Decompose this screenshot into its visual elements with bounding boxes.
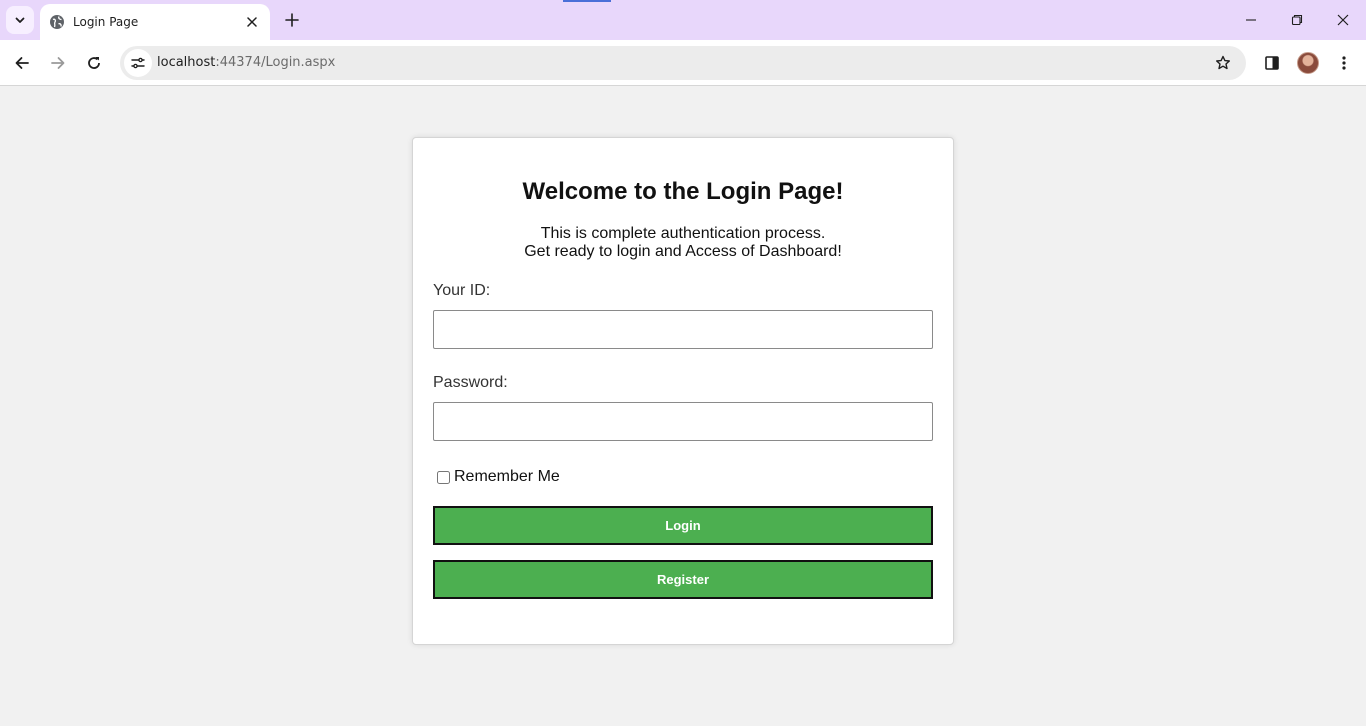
page-description: This is complete authentication process.… bbox=[413, 225, 953, 261]
profile-avatar[interactable] bbox=[1297, 52, 1319, 74]
chevron-down-icon bbox=[15, 17, 25, 23]
back-arrow-icon bbox=[15, 57, 29, 69]
globe-icon bbox=[49, 14, 65, 30]
login-button[interactable]: Login bbox=[433, 506, 933, 545]
id-label: Your ID: bbox=[433, 282, 491, 299]
star-icon bbox=[1216, 55, 1230, 70]
login-card: Welcome to the Login Page! This is compl… bbox=[412, 137, 954, 645]
description-line-1: This is complete authentication process. bbox=[540, 225, 826, 242]
minimize-icon bbox=[1246, 19, 1256, 21]
tab-login-page[interactable]: Login Page bbox=[40, 4, 270, 40]
restore-icon bbox=[1291, 14, 1303, 26]
password-label: Password: bbox=[433, 374, 508, 391]
register-button[interactable]: Register bbox=[433, 560, 933, 599]
reload-button[interactable] bbox=[78, 47, 110, 79]
url-host: localhost bbox=[157, 55, 216, 70]
new-tab-button[interactable] bbox=[280, 8, 304, 32]
id-input[interactable] bbox=[433, 310, 933, 349]
browser-menu-button[interactable] bbox=[1328, 47, 1360, 79]
forward-arrow-icon bbox=[51, 57, 65, 69]
bookmark-star-button[interactable] bbox=[1211, 51, 1235, 75]
close-icon bbox=[1337, 14, 1349, 26]
reload-icon bbox=[88, 57, 100, 69]
tab-drag-indicator bbox=[563, 0, 611, 2]
tab-search-button[interactable] bbox=[6, 6, 34, 34]
url-path: :44374/Login.aspx bbox=[215, 55, 336, 70]
site-info-button[interactable] bbox=[124, 49, 152, 77]
plus-icon bbox=[285, 13, 299, 27]
tune-icon bbox=[131, 57, 145, 69]
restore-button[interactable] bbox=[1274, 0, 1320, 40]
password-input[interactable] bbox=[433, 402, 933, 441]
remember-me-label: Remember Me bbox=[454, 468, 560, 485]
side-panel-button[interactable] bbox=[1256, 47, 1288, 79]
tab-strip: Login Page bbox=[0, 0, 1366, 40]
side-panel-icon bbox=[1265, 56, 1279, 70]
page-title: Welcome to the Login Page! bbox=[522, 178, 844, 205]
tab-title: Login Page bbox=[73, 15, 139, 29]
close-window-button[interactable] bbox=[1320, 0, 1366, 40]
address-bar[interactable]: localhost:44374/Login.aspx bbox=[120, 46, 1246, 80]
browser-toolbar: localhost:44374/Login.aspx bbox=[0, 40, 1366, 86]
more-vertical-icon bbox=[1342, 56, 1346, 70]
url-text[interactable]: localhost:44374/Login.aspx bbox=[157, 55, 335, 70]
remember-me-option[interactable]: Remember Me bbox=[437, 468, 560, 486]
forward-button[interactable] bbox=[42, 47, 74, 79]
back-button[interactable] bbox=[6, 47, 38, 79]
remember-me-checkbox[interactable] bbox=[437, 470, 450, 484]
close-tab-icon[interactable] bbox=[242, 12, 262, 32]
description-line-2: Get ready to login and Access of Dashboa… bbox=[524, 243, 842, 260]
minimize-button[interactable] bbox=[1228, 0, 1274, 40]
